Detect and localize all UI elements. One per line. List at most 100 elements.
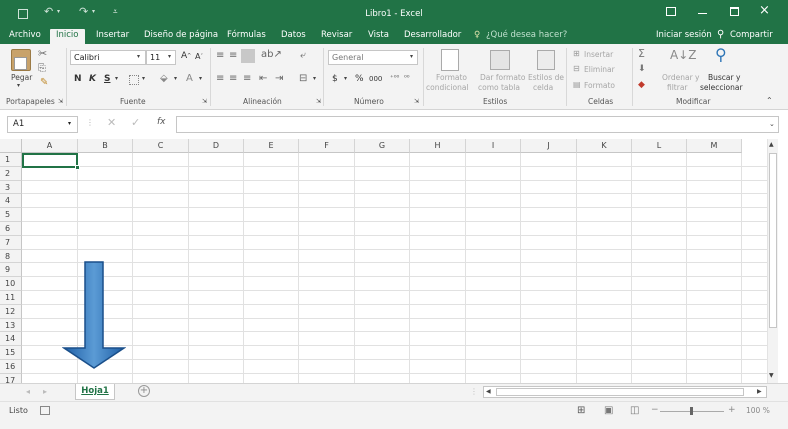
fill-handle[interactable] bbox=[75, 165, 80, 170]
row-header-12[interactable]: 12 bbox=[0, 304, 22, 319]
paste-dropdown-icon[interactable]: ▾ bbox=[17, 82, 20, 89]
row-header-1[interactable]: 1 bbox=[0, 153, 22, 167]
prev-sheet-icon[interactable]: ◂ bbox=[26, 387, 30, 396]
fill-color-icon[interactable]: ⬙ bbox=[160, 73, 168, 84]
row-header-5[interactable]: 5 bbox=[0, 208, 22, 222]
paste-button[interactable]: Pegar bbox=[11, 73, 32, 82]
row-header-9[interactable]: 9 bbox=[0, 263, 22, 278]
column-header-g[interactable]: G bbox=[355, 139, 410, 153]
row-header-14[interactable]: 14 bbox=[0, 332, 22, 347]
vertical-scroll-thumb[interactable] bbox=[769, 153, 777, 328]
save-icon[interactable] bbox=[18, 9, 28, 19]
vertical-scrollbar[interactable]: ▲ ▼ bbox=[767, 139, 778, 383]
cell-styles-label-2[interactable]: celda bbox=[533, 83, 553, 92]
italic-button[interactable]: K bbox=[89, 74, 96, 84]
row-header-8[interactable]: 8 bbox=[0, 249, 22, 264]
customize-toolbar-icon[interactable]: ⩡ bbox=[113, 7, 118, 17]
sort-filter-label-1[interactable]: Ordenar y bbox=[662, 73, 700, 82]
find-select-icon[interactable]: ⚲ bbox=[715, 45, 727, 64]
font-size-box[interactable]: 11 ▾ bbox=[146, 50, 176, 65]
increase-indent-icon[interactable]: ⇥ bbox=[275, 73, 283, 84]
copy-icon[interactable]: ⎘ bbox=[38, 63, 46, 74]
find-select-label-1[interactable]: Buscar y bbox=[708, 73, 740, 82]
font-color-icon[interactable]: A bbox=[186, 73, 193, 84]
font-color-dropdown-icon[interactable]: ▾ bbox=[199, 75, 202, 82]
cell-styles-label-1[interactable]: Estilos de bbox=[528, 73, 564, 82]
decrease-indent-icon[interactable]: ⇤ bbox=[259, 73, 267, 84]
column-header-d[interactable]: D bbox=[189, 139, 244, 153]
cut-icon[interactable]: ✂ bbox=[38, 47, 47, 60]
tab-datos[interactable]: Datos bbox=[281, 29, 306, 44]
autosum-icon[interactable]: Σ bbox=[638, 47, 645, 60]
font-name-box[interactable]: Calibri ▾ bbox=[70, 50, 146, 65]
formula-bar-more-icon[interactable]: ⋮ bbox=[86, 118, 94, 127]
tab-desarrollador[interactable]: Desarrollador bbox=[404, 29, 461, 44]
row-header-13[interactable]: 13 bbox=[0, 318, 22, 333]
increase-font-icon[interactable]: A ^ bbox=[181, 51, 191, 61]
currency-button[interactable]: $ bbox=[332, 74, 338, 84]
format-cells-button[interactable]: Formato bbox=[584, 81, 615, 90]
confirm-entry-icon[interactable]: ✓ bbox=[131, 116, 140, 129]
decrease-font-icon[interactable]: Aˇ bbox=[195, 52, 203, 61]
tab-archivo[interactable]: Archivo bbox=[9, 29, 41, 44]
format-cells-icon[interactable]: ▤ bbox=[573, 80, 581, 89]
tab-revisar[interactable]: Revisar bbox=[321, 29, 352, 44]
find-select-label-2[interactable]: seleccionar bbox=[700, 83, 743, 92]
page-layout-view-icon[interactable]: ▣ bbox=[604, 405, 613, 416]
decrease-decimal-icon[interactable]: ⁰⁰ bbox=[404, 74, 410, 82]
format-painter-icon[interactable]: ✎ bbox=[40, 77, 48, 88]
horizontal-scroll-thumb[interactable] bbox=[496, 388, 744, 396]
row-header-17[interactable]: 17 bbox=[0, 373, 22, 383]
merge-dropdown-icon[interactable]: ▾ bbox=[313, 75, 316, 82]
select-all-corner[interactable] bbox=[0, 139, 22, 153]
clipboard-launcher-icon[interactable]: ⇲ bbox=[58, 98, 63, 105]
conditional-format-icon[interactable] bbox=[441, 49, 459, 71]
column-header-a[interactable]: A bbox=[22, 139, 78, 153]
orientation-icon[interactable]: ab↗ bbox=[261, 49, 282, 60]
zoom-level[interactable]: 100 % bbox=[746, 406, 770, 415]
scroll-right-icon[interactable]: ▶ bbox=[757, 388, 762, 395]
sheet-tab-hoja1[interactable]: Hoja1 bbox=[75, 384, 115, 400]
row-header-3[interactable]: 3 bbox=[0, 180, 22, 195]
row-header-2[interactable]: 2 bbox=[0, 166, 22, 181]
scroll-up-icon[interactable]: ▲ bbox=[769, 141, 774, 148]
undo-dropdown-icon[interactable]: ▾ bbox=[57, 8, 60, 15]
align-right-icon[interactable]: ≡ bbox=[243, 73, 251, 84]
format-as-table-icon[interactable] bbox=[490, 50, 510, 70]
tab-formulas[interactable]: Fórmulas bbox=[227, 29, 266, 44]
tab-diseno-pagina[interactable]: Diseño de página bbox=[144, 29, 218, 44]
tab-inicio[interactable]: Inicio bbox=[50, 29, 85, 44]
row-header-4[interactable]: 4 bbox=[0, 194, 22, 209]
scroll-left-icon[interactable]: ◀ bbox=[486, 388, 491, 395]
bold-button[interactable]: N bbox=[74, 74, 82, 84]
font-size-dropdown-icon[interactable]: ▾ bbox=[168, 53, 171, 60]
merge-center-icon[interactable]: ⊟ bbox=[299, 73, 307, 84]
cell-styles-icon[interactable] bbox=[537, 50, 555, 70]
clear-icon[interactable]: ◆ bbox=[638, 80, 645, 90]
conditional-format-label-1[interactable]: Formato bbox=[436, 73, 467, 82]
column-header-m[interactable]: M bbox=[687, 139, 742, 153]
thousands-button[interactable]: 000 bbox=[369, 75, 382, 83]
row-header-15[interactable]: 15 bbox=[0, 346, 22, 360]
row-header-16[interactable]: 16 bbox=[0, 360, 22, 374]
sort-filter-label-2[interactable]: filtrar bbox=[667, 83, 688, 92]
column-header-i[interactable]: I bbox=[466, 139, 521, 153]
number-launcher-icon[interactable]: ⇲ bbox=[414, 98, 419, 105]
close-icon[interactable]: × bbox=[759, 3, 770, 18]
column-header-c[interactable]: C bbox=[133, 139, 189, 153]
formula-input[interactable]: ⌄ bbox=[176, 116, 779, 133]
ribbon-display-options-icon[interactable] bbox=[666, 7, 676, 16]
column-header-l[interactable]: L bbox=[632, 139, 687, 153]
horizontal-scrollbar[interactable]: ◀ ▶ bbox=[483, 386, 767, 398]
tell-me-search[interactable]: ¿Qué desea hacer? bbox=[486, 29, 567, 44]
cancel-entry-icon[interactable]: ✕ bbox=[107, 116, 116, 129]
sort-filter-icon[interactable]: A↓Z bbox=[670, 48, 696, 62]
next-sheet-icon[interactable]: ▸ bbox=[43, 387, 47, 396]
zoom-slider-thumb[interactable] bbox=[690, 407, 693, 415]
number-format-box[interactable]: General ▾ bbox=[328, 50, 418, 65]
tab-vista[interactable]: Vista bbox=[368, 29, 389, 44]
column-header-b[interactable]: B bbox=[78, 139, 133, 153]
redo-icon[interactable]: ↷ bbox=[79, 5, 88, 18]
number-format-dropdown-icon[interactable]: ▾ bbox=[410, 53, 413, 60]
format-as-table-label-2[interactable]: como tabla bbox=[478, 83, 520, 92]
